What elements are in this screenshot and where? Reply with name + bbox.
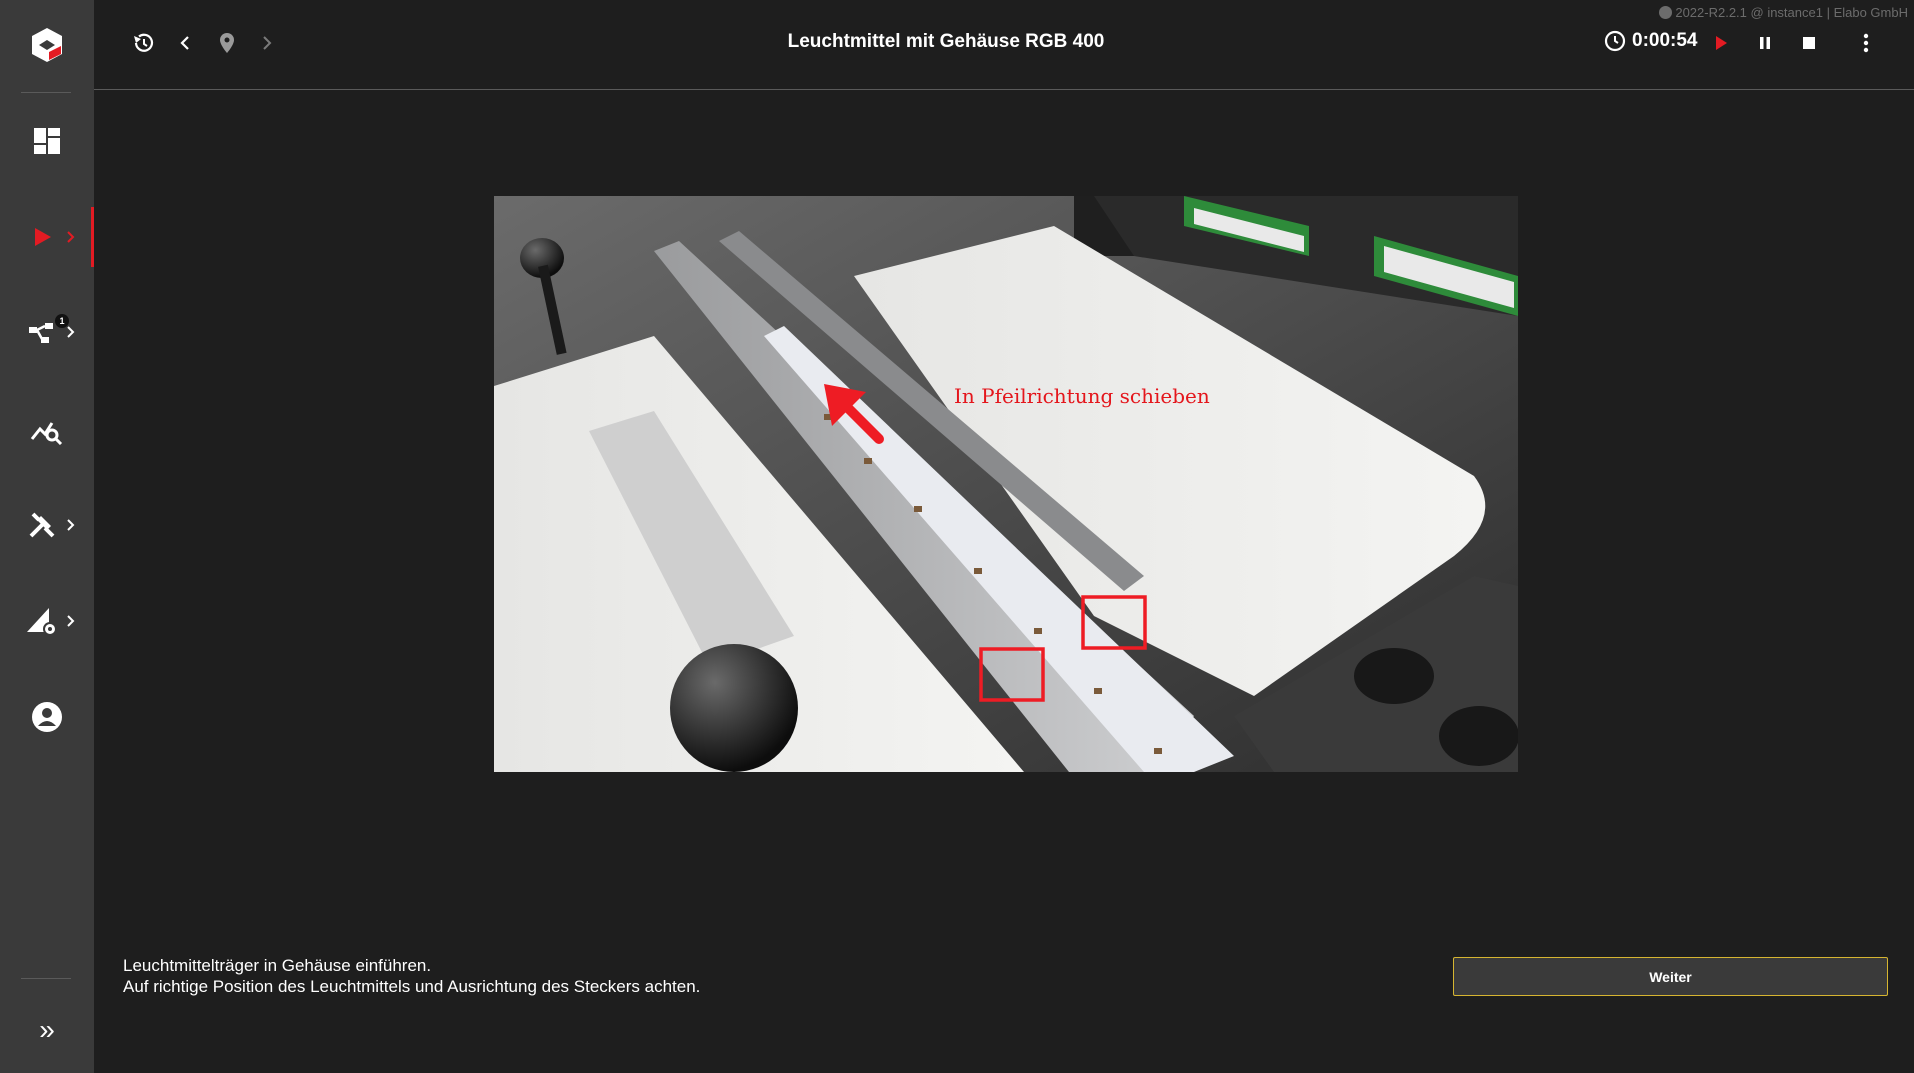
pause-icon <box>1760 37 1770 49</box>
sidebar-item-dashboard[interactable] <box>0 106 94 176</box>
stop-button[interactable] <box>1794 28 1824 58</box>
header: Leuchtmittel mit Gehäuse RGB 400 0:00:54 <box>94 0 1914 90</box>
version-text: 2022-R2.2.1 @ instance1 | Elabo GmbH <box>1675 5 1908 20</box>
image-annotation: In Pfeilrichtung schieben <box>954 384 1210 408</box>
sidebar-item-design[interactable] <box>0 586 94 656</box>
version-info: 2022-R2.2.1 @ instance1 | Elabo GmbH <box>1659 5 1908 20</box>
chevron-right-icon <box>67 326 75 338</box>
instruction-line: Leuchtmittelträger in Gehäuse einführen. <box>123 956 432 975</box>
sidebar-divider <box>21 92 71 93</box>
more-options-button[interactable] <box>1851 28 1881 58</box>
play-icon <box>35 228 51 246</box>
timer: 0:00:54 <box>1604 30 1698 52</box>
play-icon <box>1716 36 1727 50</box>
clock-icon <box>1604 30 1626 52</box>
chevron-right-icon <box>67 231 75 243</box>
expand-sidebar-button[interactable]: » <box>0 1000 94 1060</box>
more-vertical-icon <box>1863 33 1869 53</box>
step-instructions: Leuchtmittelträger in Gehäuse einführen.… <box>123 955 700 997</box>
sidebar-item-workflow[interactable]: 1 <box>0 297 94 367</box>
dashboard-icon <box>34 128 60 154</box>
logo-icon <box>32 28 62 62</box>
play-button[interactable] <box>1706 28 1736 58</box>
sidebar-item-tools[interactable] <box>0 490 94 560</box>
sidebar-item-execution[interactable] <box>0 202 94 272</box>
timer-value: 0:00:54 <box>1632 30 1698 51</box>
sidebar-item-account[interactable] <box>0 682 94 752</box>
instruction-line: Auf richtige Position des Leuchtmittels … <box>123 977 701 996</box>
next-button[interactable]: Weiter <box>1453 957 1888 996</box>
page-title: Leuchtmittel mit Gehäuse RGB 400 <box>787 31 1105 52</box>
tools-icon <box>29 512 55 538</box>
app-logo[interactable] <box>0 0 94 90</box>
pause-button[interactable] <box>1750 28 1780 58</box>
sidebar: 1 » <box>0 0 94 1073</box>
info-icon <box>1659 6 1673 19</box>
sidebar-item-analysis[interactable] <box>0 395 94 465</box>
analytics-search-icon <box>30 422 63 445</box>
step-image: In Pfeilrichtung schieben <box>494 196 1518 772</box>
chevron-right-icon <box>67 615 75 627</box>
account-icon <box>32 702 62 732</box>
design-settings-icon <box>27 608 57 636</box>
chevron-right-icon <box>67 519 75 531</box>
sidebar-divider <box>21 978 71 979</box>
stop-icon <box>1803 37 1815 49</box>
assembly-photo: In Pfeilrichtung schieben <box>494 196 1518 772</box>
workflow-icon <box>29 323 53 343</box>
